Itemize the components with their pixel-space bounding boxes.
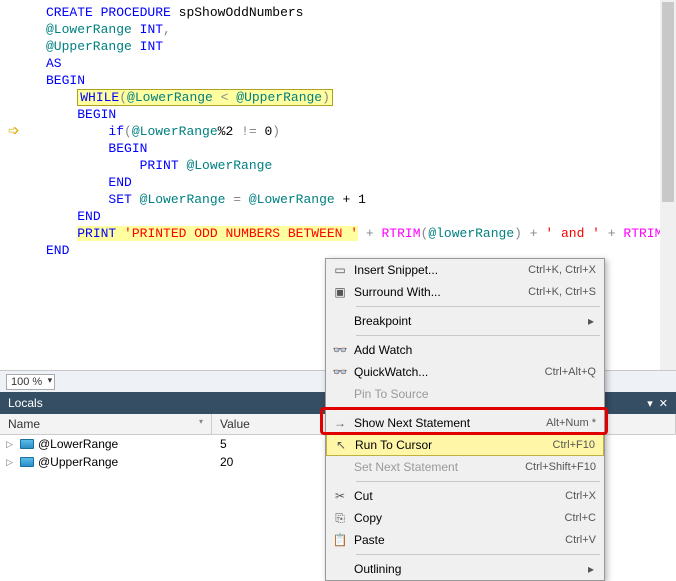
menu-separator xyxy=(356,481,600,482)
code-token: = xyxy=(225,192,248,207)
code-token: RTRIM xyxy=(382,226,421,241)
code-token: != xyxy=(241,124,257,139)
zoom-combo[interactable]: 100 % xyxy=(6,374,55,390)
code-token: @UpperRange xyxy=(236,90,322,105)
menu-separator xyxy=(356,554,600,555)
zoom-value: 100 % xyxy=(11,376,42,388)
code-token: @LowerRange xyxy=(140,192,226,207)
menu-surround-with[interactable]: ▣Surround With...Ctrl+K, Ctrl+S xyxy=(326,281,604,303)
code-token: ) xyxy=(322,90,330,105)
code-token: + xyxy=(358,226,381,241)
code-token: RTRIM xyxy=(623,226,662,241)
var-name: @LowerRange xyxy=(38,437,118,451)
code-token: @LowerRange xyxy=(46,22,132,37)
code-token: 0 xyxy=(257,124,273,139)
snippet-icon: ▭ xyxy=(326,263,354,277)
menu-pin-to-source: Pin To Source xyxy=(326,383,604,405)
arrow-icon: → xyxy=(326,416,354,430)
code-token: @LowerRange xyxy=(132,124,218,139)
code-token: , xyxy=(163,22,171,37)
submenu-arrow-icon: ▸ xyxy=(588,314,596,328)
var-name: @UpperRange xyxy=(38,455,118,469)
code-token: PROCEDURE xyxy=(101,5,171,20)
menu-quickwatch[interactable]: 👓QuickWatch...Ctrl+Alt+Q xyxy=(326,361,604,383)
scrollbar-thumb[interactable] xyxy=(662,2,674,202)
menu-cut[interactable]: ✂CutCtrl+X xyxy=(326,485,604,507)
code-token: 'PRINTED ODD NUMBERS BETWEEN ' xyxy=(124,226,358,241)
current-line-arrow-icon: ➩ xyxy=(8,124,20,141)
code-token: @UpperRange xyxy=(46,39,132,54)
code-token: SET xyxy=(108,192,131,207)
code-token: + xyxy=(522,226,545,241)
vertical-scrollbar[interactable] xyxy=(660,0,676,370)
code-token: %2 xyxy=(218,124,241,139)
surround-icon: ▣ xyxy=(326,285,354,299)
quickwatch-icon: 👓 xyxy=(326,365,354,379)
code-token: END xyxy=(77,209,100,224)
panel-dropdown-icon[interactable]: ▾ xyxy=(647,397,653,410)
menu-breakpoint[interactable]: Breakpoint▸ xyxy=(326,310,604,332)
editor-gutter: ➩ xyxy=(0,0,30,370)
code-token: BEGIN xyxy=(77,107,116,122)
code-token: ) xyxy=(272,124,280,139)
submenu-arrow-icon: ▸ xyxy=(588,562,596,576)
code-token: PRINT xyxy=(140,158,179,173)
code-token: INT xyxy=(140,22,163,37)
tree-toggle-icon[interactable]: ▷ xyxy=(6,439,16,450)
code-token: + 1 xyxy=(335,192,366,207)
panel-close-icon[interactable]: ✕ xyxy=(659,397,668,410)
code-token: + xyxy=(600,226,623,241)
menu-copy[interactable]: ⎘CopyCtrl+C xyxy=(326,507,604,529)
column-header-name[interactable]: Name▾ xyxy=(0,414,212,434)
code-token: END xyxy=(108,175,131,190)
code-token: @LowerRange xyxy=(249,192,335,207)
code-token: ) xyxy=(514,226,522,241)
code-token: spShowOddNumbers xyxy=(179,5,304,20)
code-token: < xyxy=(213,90,236,105)
menu-separator xyxy=(356,306,600,307)
menu-separator xyxy=(356,408,600,409)
code-token: END xyxy=(46,243,69,258)
code-token: BEGIN xyxy=(108,141,147,156)
menu-outlining[interactable]: Outlining▸ xyxy=(326,558,604,580)
code-token: PRINT xyxy=(77,226,116,241)
copy-icon: ⎘ xyxy=(326,511,354,526)
code-token: ( xyxy=(124,124,132,139)
code-token: @LowerRange xyxy=(186,158,272,173)
watch-icon: 👓 xyxy=(326,343,354,357)
menu-paste[interactable]: 📋PasteCtrl+V xyxy=(326,529,604,551)
cut-icon: ✂ xyxy=(326,489,354,503)
code-token: ( xyxy=(119,90,127,105)
code-token: ' and ' xyxy=(545,226,600,241)
menu-set-next-statement: Set Next StatementCtrl+Shift+F10 xyxy=(326,456,604,478)
variable-icon xyxy=(20,439,34,449)
locals-panel-title: Locals xyxy=(8,396,43,410)
menu-show-next-statement[interactable]: →Show Next StatementAlt+Num * xyxy=(326,412,604,434)
cursor-icon: ↖ xyxy=(327,438,355,452)
context-menu: ▭Insert Snippet...Ctrl+K, Ctrl+X ▣Surrou… xyxy=(325,258,605,581)
chevron-down-icon[interactable]: ▾ xyxy=(199,417,203,426)
menu-separator xyxy=(356,335,600,336)
paste-icon: 📋 xyxy=(326,533,354,547)
menu-run-to-cursor[interactable]: ↖Run To CursorCtrl+F10 xyxy=(326,434,604,456)
code-token: @lowerRange xyxy=(428,226,514,241)
variable-icon xyxy=(20,457,34,467)
code-token: if xyxy=(108,124,124,139)
menu-insert-snippet[interactable]: ▭Insert Snippet...Ctrl+K, Ctrl+X xyxy=(326,259,604,281)
code-token: @LowerRange xyxy=(127,90,213,105)
code-token: BEGIN xyxy=(46,73,85,88)
code-token: INT xyxy=(140,39,163,54)
code-token: AS xyxy=(46,56,62,71)
code-token: WHILE xyxy=(80,90,119,105)
tree-toggle-icon[interactable]: ▷ xyxy=(6,457,16,468)
code-token: CREATE xyxy=(46,5,93,20)
menu-add-watch[interactable]: 👓Add Watch xyxy=(326,339,604,361)
